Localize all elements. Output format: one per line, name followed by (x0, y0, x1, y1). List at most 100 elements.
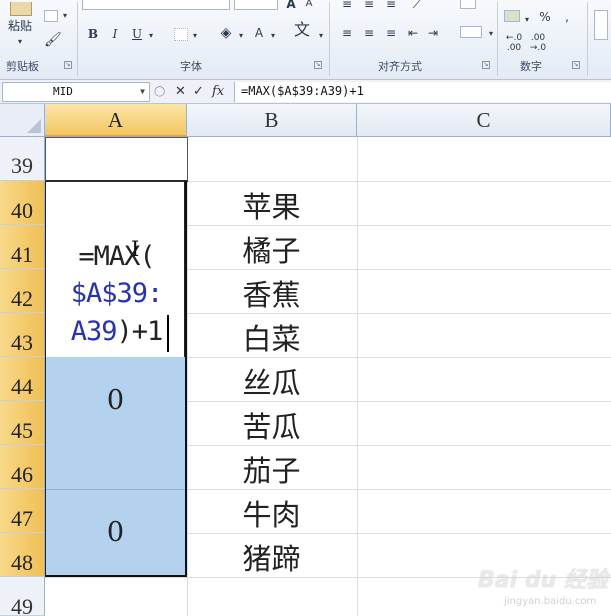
format-painter-icon[interactable]: 🖌 (44, 32, 62, 48)
comma-button[interactable]: , (560, 9, 574, 25)
cancel-button[interactable]: ✕ (175, 83, 186, 100)
currency-icon[interactable] (504, 10, 520, 22)
column-header-c[interactable]: C (357, 104, 611, 137)
row-header-44[interactable]: 44 (0, 357, 45, 401)
formula-bar: MID ▼ ◯ ✕ ✓ fx =MAX($A$39:A39)+1 (0, 80, 611, 104)
paste-button[interactable]: 粘贴 ▾ (2, 0, 38, 56)
grid-line (357, 137, 358, 616)
chevron-down-icon[interactable]: ▼ (140, 83, 145, 101)
row-header-39[interactable]: 39 (0, 137, 45, 181)
cell-b47[interactable]: 牛肉 (187, 492, 356, 534)
chevron-down-icon[interactable]: ▾ (190, 28, 200, 44)
row-header-41[interactable]: 41 (0, 225, 45, 269)
font-size-select[interactable] (234, 0, 278, 10)
decrease-indent-icon[interactable]: ⇤ (406, 25, 420, 41)
cell-b43[interactable]: 白菜 (187, 316, 356, 358)
align-center-icon[interactable]: ≡ (362, 25, 376, 41)
merged-cell-divider (45, 489, 186, 490)
enter-button[interactable]: ✓ (193, 83, 204, 100)
text-caret (167, 315, 169, 352)
italic-button[interactable]: I (108, 26, 122, 42)
increase-decimal-icon[interactable]: ←.0.00 (504, 33, 524, 53)
chevron-down-icon[interactable]: ▾ (316, 28, 326, 44)
paste-icon (10, 2, 32, 16)
cell-formula-line2: $A$39: (70, 278, 164, 309)
grow-font-button[interactable]: A (284, 0, 298, 12)
watermark-brand: Bai du 经验 (478, 568, 608, 593)
chevron-down-icon[interactable]: ▾ (522, 12, 532, 28)
splitter-icon[interactable]: ◯ (154, 83, 165, 100)
cell-a39[interactable] (45, 137, 188, 182)
name-box[interactable]: MID ▼ (2, 82, 150, 102)
align-top-icon[interactable]: ≡ (340, 0, 354, 12)
alignment-group-label: 对齐方式 (378, 60, 422, 73)
paste-label: 粘贴 (7, 19, 32, 33)
dialog-launcher-icon[interactable]: ↘ (482, 61, 490, 69)
cell-formula-ref: A39 (70, 316, 118, 347)
font-color-button[interactable]: A (252, 25, 266, 41)
row-header-40[interactable]: 40 (0, 181, 45, 225)
font-name-select[interactable] (82, 0, 230, 10)
wrap-text-icon[interactable] (460, 0, 476, 9)
font-group-label: 字体 (180, 60, 202, 73)
chevron-down-icon[interactable]: ▾ (486, 26, 496, 42)
bold-button[interactable]: B (86, 26, 100, 42)
phonetic-button[interactable]: 文 (290, 22, 314, 38)
dialog-launcher-icon[interactable]: ↘ (572, 61, 580, 69)
column-header-b[interactable]: B (187, 104, 357, 137)
borders-icon[interactable] (174, 28, 188, 41)
align-middle-icon[interactable]: ≡ (362, 0, 376, 12)
watermark-logo: Bai du 经验 jingyan.baidu.com (470, 560, 610, 616)
row-header-43[interactable]: 43 (0, 313, 45, 357)
row-header-47[interactable]: 47 (0, 489, 45, 533)
underline-button[interactable]: U (130, 26, 144, 42)
clipboard-group-label: 剪贴板 (6, 60, 39, 73)
select-all-button[interactable] (0, 104, 45, 137)
cell-b48[interactable]: 猪蹄 (187, 536, 356, 578)
row-header-49[interactable]: 49 (0, 577, 45, 616)
dialog-launcher-icon[interactable]: ↘ (314, 61, 322, 69)
align-left-icon[interactable]: ≡ (340, 25, 354, 41)
ibeam-cursor-icon: I (131, 237, 140, 261)
cell-b40[interactable]: 苹果 (187, 184, 356, 226)
column-header-a[interactable]: A (45, 104, 187, 137)
cell-formula-rest: )+1 (116, 316, 164, 347)
chevron-down-icon[interactable]: ▾ (60, 8, 70, 24)
copy-icon[interactable] (44, 10, 58, 22)
row-header-45[interactable]: 45 (0, 401, 45, 445)
percent-button[interactable]: % (538, 9, 552, 25)
increase-indent-icon[interactable]: ⇥ (426, 25, 440, 41)
merged-cell-value: 0 (106, 517, 125, 548)
decrease-decimal-icon[interactable]: .00 →.0 (528, 33, 548, 53)
align-right-icon[interactable]: ≡ (384, 25, 398, 41)
cell-b44[interactable]: 丝瓜 (187, 360, 356, 402)
cell-b45[interactable]: 苦瓜 (187, 404, 356, 446)
cell-formula-line3: A39)+1 (46, 313, 187, 351)
row-header-42[interactable]: 42 (0, 269, 45, 313)
fill-color-icon[interactable]: ◈ (218, 25, 234, 41)
align-bottom-icon[interactable]: ≡ (384, 0, 398, 12)
chevron-down-icon[interactable]: ▾ (146, 28, 156, 44)
chevron-down-icon[interactable]: ▾ (268, 28, 278, 44)
dialog-launcher-icon[interactable]: ↘ (64, 61, 72, 69)
formula-input[interactable]: =MAX($A$39:A39)+1 (234, 82, 611, 102)
cell-b41[interactable]: 橘子 (187, 228, 356, 270)
active-cell-a40[interactable]: =MAX( $A$39: A39)+1 (45, 181, 186, 357)
styles-icon[interactable] (594, 10, 608, 40)
watermark-url: jingyan.baidu.com (504, 596, 597, 607)
row-header-48[interactable]: 48 (0, 533, 45, 577)
cell-b46[interactable]: 茄子 (187, 448, 356, 490)
cell-b42[interactable]: 香蕉 (187, 272, 356, 314)
row-header-46[interactable]: 46 (0, 445, 45, 489)
chevron-down-icon[interactable]: ▾ (236, 28, 246, 44)
merged-cell-value: 0 (106, 385, 125, 416)
name-box-value: MID (53, 85, 73, 98)
insert-function-button[interactable]: fx (212, 83, 224, 100)
ribbon: 粘贴 ▾ ▾ 🖌 剪贴板 ↘ A A B I U ▾ ▾ ◈ ▾ A ▾ 文 ▾… (0, 0, 611, 80)
merge-center-icon[interactable] (460, 26, 482, 38)
orientation-icon[interactable]: ⟋ (408, 0, 426, 12)
number-group-label: 数字 (520, 60, 542, 73)
merged-cell-a44-a46[interactable] (45, 357, 186, 489)
shrink-font-button[interactable]: A (302, 0, 316, 12)
cell-formula-line1: =MAX( (78, 241, 155, 272)
